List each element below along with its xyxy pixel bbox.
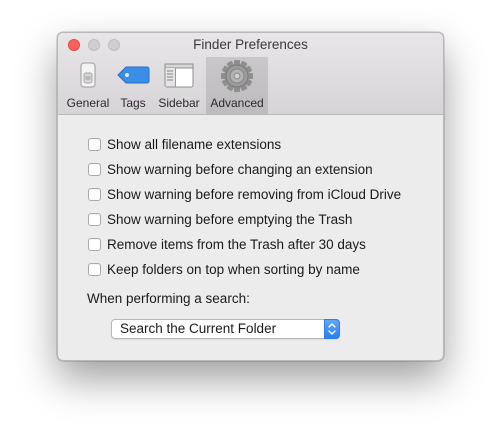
titlebar: Finder Preferences General Tags Sidebar … — [58, 33, 443, 115]
tab-advanced[interactable]: Advanced — [206, 57, 268, 114]
option-folders-on-top[interactable]: Keep folders on top when sorting by name — [88, 260, 360, 278]
search-scope-popup[interactable]: Search the Current Folder — [111, 319, 340, 339]
checkbox[interactable] — [88, 262, 101, 276]
option-label: Show all filename extensions — [107, 136, 282, 152]
checkbox[interactable] — [88, 237, 101, 251]
checkbox[interactable] — [88, 187, 101, 201]
gear-icon — [220, 59, 254, 96]
sidebar-icon — [164, 61, 194, 92]
option-remove-trash-30-days[interactable]: Remove items from the Trash after 30 day… — [88, 235, 366, 253]
search-scope-label: When performing a search: — [87, 291, 250, 306]
window-title: Finder Preferences — [193, 37, 308, 52]
option-warn-change-extension[interactable]: Show warning before changing an extensio… — [88, 160, 373, 178]
option-label: Show warning before emptying the Trash — [107, 211, 353, 227]
option-label: Show warning before removing from iCloud… — [107, 186, 402, 202]
tab-sidebar[interactable]: Sidebar — [156, 57, 202, 114]
tab-tags-label: Tags — [120, 96, 146, 110]
option-show-extensions[interactable]: Show all filename extensions — [88, 135, 281, 153]
tab-advanced-label: Advanced — [210, 96, 264, 110]
checkbox[interactable] — [88, 212, 101, 226]
tab-general[interactable]: General — [64, 57, 112, 114]
option-label: Show warning before changing an extensio… — [107, 161, 373, 177]
tab-sidebar-label: Sidebar — [158, 96, 200, 110]
checkbox[interactable] — [88, 162, 101, 176]
option-label: Keep folders on top when sorting by name — [107, 261, 360, 277]
general-switch-icon — [77, 61, 99, 92]
tab-general-label: General — [66, 96, 110, 110]
tab-tags[interactable]: Tags — [116, 57, 150, 114]
option-warn-empty-trash[interactable]: Show warning before emptying the Trash — [88, 210, 352, 228]
search-scope-value: Search the Current Folder — [120, 321, 277, 336]
tag-icon — [116, 65, 150, 88]
checkbox[interactable] — [88, 137, 101, 151]
option-label: Remove items from the Trash after 30 day… — [107, 236, 366, 252]
updown-chevron-icon[interactable] — [324, 319, 340, 339]
advanced-pane: Show all filename extensions Show warnin… — [58, 115, 443, 360]
finder-preferences-window: Finder Preferences General Tags Sidebar … — [57, 32, 444, 361]
option-warn-icloud-remove[interactable]: Show warning before removing from iCloud… — [88, 185, 401, 203]
